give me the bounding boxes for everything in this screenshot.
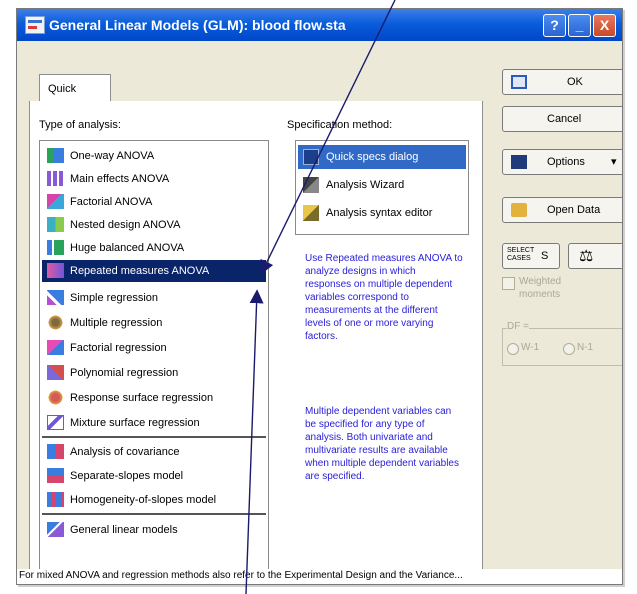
annotation-arrow-top — [260, 0, 396, 275]
annotation-arrows — [245, 0, 396, 594]
annotation-arrow-bottom — [245, 289, 264, 594]
